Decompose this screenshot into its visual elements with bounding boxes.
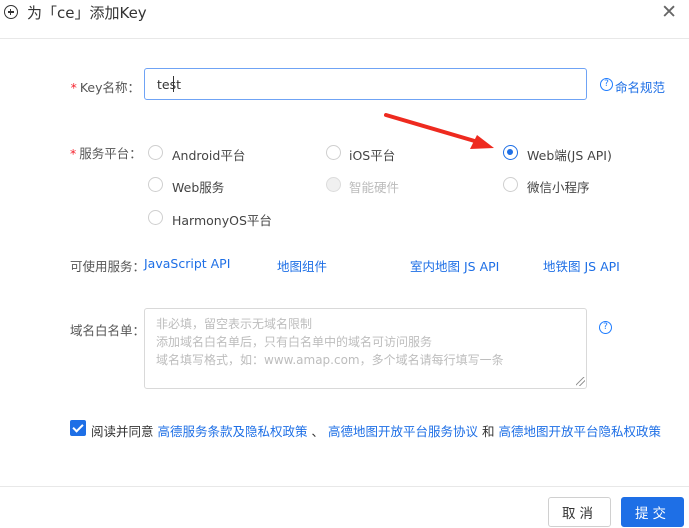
- help-icon[interactable]: ?: [600, 78, 613, 91]
- whitelist-placeholder-line-3: 域名填写格式，如：www.amap.com，多个域名请每行填写一条: [156, 353, 504, 367]
- radio-web-js-api[interactable]: [503, 145, 518, 160]
- footer-divider: [0, 486, 689, 487]
- platform-label: * 服务平台：: [70, 146, 142, 161]
- service-link-subway-map[interactable]: 地铁图 JS API: [543, 256, 620, 275]
- header-divider: [0, 38, 689, 39]
- radio-label-wechat-miniprogram[interactable]: 微信小程序: [527, 177, 590, 196]
- radio-wechat-miniprogram[interactable]: [503, 177, 518, 192]
- radio-label-smart-hardware: 智能硬件: [349, 180, 400, 195]
- radio-label-web-js-api[interactable]: Web端(JS API): [527, 145, 612, 164]
- radio-android[interactable]: [148, 145, 163, 160]
- whitelist-help-icon[interactable]: ?: [599, 321, 612, 334]
- service-link-indoor-map[interactable]: 室内地图 JS API: [410, 256, 499, 275]
- text-caret: [173, 76, 174, 92]
- service-link-map-components[interactable]: 地图组件: [277, 256, 327, 275]
- required-mark: *: [70, 80, 77, 95]
- key-name-field[interactable]: [144, 68, 587, 100]
- agreement-text: 阅读并同意 高德服务条款及隐私权政策 、 高德地图开放平台服务协议 和 高德地图…: [91, 424, 662, 439]
- submit-button[interactable]: 提交: [621, 497, 684, 527]
- radio-web-service[interactable]: [148, 177, 163, 192]
- agreement-prefix: 阅读并同意: [91, 424, 154, 439]
- terms-privacy-link[interactable]: 高德服务条款及隐私权政策: [158, 424, 308, 439]
- key-name-label: * Key名称：: [70, 80, 140, 95]
- add-circle-icon: [4, 5, 18, 19]
- resize-grip-icon[interactable]: [576, 377, 585, 386]
- radio-label-android[interactable]: Android平台: [172, 145, 245, 164]
- whitelist-label: 域名白名单：: [70, 323, 146, 338]
- red-arrow-annotation: [384, 113, 494, 149]
- platform-service-agreement-link[interactable]: 高德地图开放平台服务协议: [328, 424, 478, 439]
- radio-smart-hardware: [326, 177, 341, 192]
- radio-label-ios[interactable]: iOS平台: [349, 145, 395, 164]
- whitelist-placeholder-line-1: 非必填，留空表示无域名限制: [156, 317, 313, 331]
- radio-ios[interactable]: [326, 145, 341, 160]
- radio-harmonyos[interactable]: [148, 210, 163, 225]
- platform-privacy-policy-link[interactable]: 高德地图开放平台隐私权政策: [499, 424, 662, 439]
- cancel-button[interactable]: 取消: [548, 497, 611, 527]
- key-name-input[interactable]: [145, 69, 586, 99]
- naming-rules-link[interactable]: 命名规范: [615, 77, 665, 96]
- close-icon[interactable]: ✕: [661, 3, 677, 22]
- service-link-javascript-api[interactable]: JavaScript API: [144, 256, 230, 271]
- radio-label-harmonyos[interactable]: HarmonyOS平台: [172, 210, 272, 229]
- radio-label-web-service[interactable]: Web服务: [172, 177, 224, 196]
- services-label: 可使用服务：: [70, 259, 146, 274]
- whitelist-placeholder-line-2: 添加域名白名单后，只有白名单中的域名可访问服务: [156, 335, 433, 349]
- agreement-checkbox[interactable]: [70, 420, 86, 436]
- dialog-title: 为「ce」添加Key: [27, 4, 147, 22]
